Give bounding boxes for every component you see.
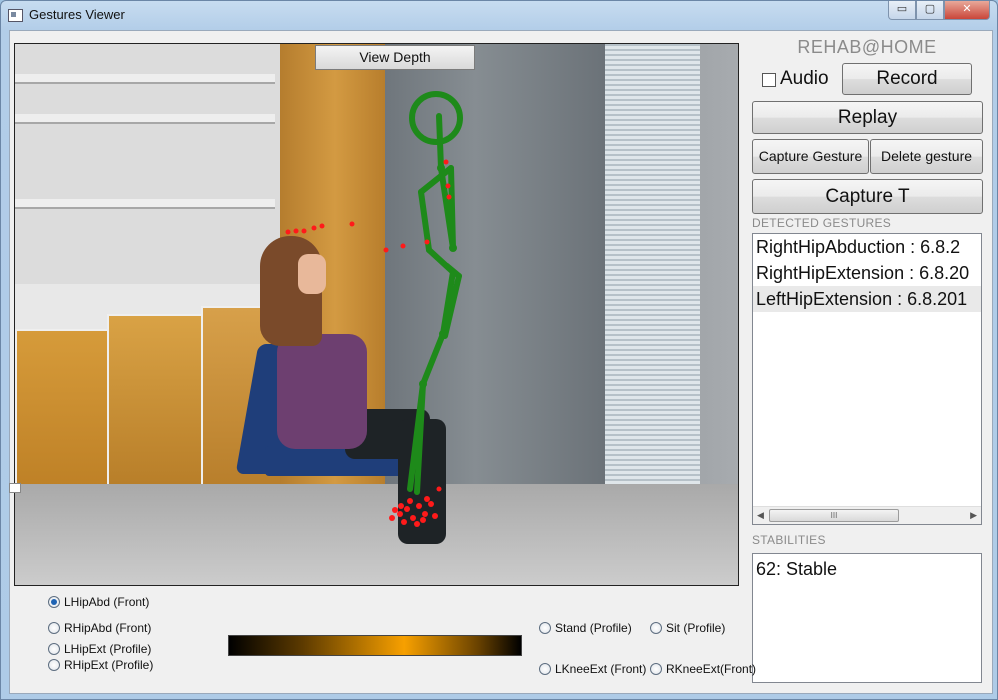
capture-t-button[interactable]: Capture T bbox=[752, 179, 983, 214]
splitter-handle[interactable] bbox=[9, 483, 21, 493]
radio-dot[interactable] bbox=[48, 596, 60, 608]
scroll-right-icon[interactable]: ▶ bbox=[970, 510, 977, 521]
tracking-point bbox=[404, 506, 410, 512]
tracking-point bbox=[445, 183, 451, 189]
radio-label: RHipExt (Profile) bbox=[64, 658, 154, 672]
radio-rhipabd-front[interactable]: RHipAbd (Front) bbox=[48, 621, 151, 635]
radio-dot[interactable] bbox=[650, 622, 662, 634]
skeleton-joint bbox=[437, 164, 445, 172]
tracking-point bbox=[432, 513, 438, 519]
capture-gesture-button[interactable]: Capture Gesture bbox=[752, 139, 869, 174]
skeleton-overlay bbox=[285, 91, 463, 527]
close-button[interactable]: ✕ bbox=[944, 1, 990, 20]
stabilities-title: STABILITIES bbox=[752, 533, 826, 547]
tracking-point bbox=[436, 486, 442, 492]
skeleton-right-lower bbox=[414, 381, 426, 495]
delete-gesture-button[interactable]: Delete gesture bbox=[870, 139, 983, 174]
radio-dot[interactable] bbox=[650, 663, 662, 675]
radio-sit-profile[interactable]: Sit (Profile) bbox=[650, 621, 725, 635]
tracking-point bbox=[400, 243, 406, 249]
tracking-point bbox=[392, 507, 398, 513]
tracking-point bbox=[422, 511, 428, 517]
view-depth-button[interactable]: View Depth bbox=[315, 45, 475, 70]
tracking-point bbox=[428, 501, 434, 507]
skeleton-neck bbox=[436, 113, 444, 171]
scrollbar-thumb[interactable]: III bbox=[769, 509, 899, 522]
skeleton-joint bbox=[449, 244, 457, 252]
record-button[interactable]: Record bbox=[842, 63, 972, 95]
radio-label: Sit (Profile) bbox=[666, 621, 726, 635]
radio-label: RKneeExt(Front) bbox=[666, 662, 757, 676]
tracking-point bbox=[319, 223, 325, 229]
radio-lhipabd-front[interactable]: LHipAbd (Front) bbox=[48, 595, 149, 609]
radio-dot[interactable] bbox=[539, 622, 551, 634]
tracking-point bbox=[293, 228, 299, 234]
window-controls: ▭ ▢ ✕ bbox=[888, 1, 990, 20]
skeleton-right-arm bbox=[448, 165, 456, 251]
list-item[interactable]: RightHipExtension : 6.8.20 bbox=[753, 260, 981, 286]
tracking-point bbox=[301, 228, 307, 234]
client-area: View Depth REHAB@HOME Audio Record Repla… bbox=[9, 30, 993, 694]
radio-dot[interactable] bbox=[539, 663, 551, 675]
tracking-point bbox=[389, 515, 395, 521]
tracking-point bbox=[401, 519, 407, 525]
tracking-point bbox=[410, 515, 416, 521]
list-item[interactable]: RightHipAbduction : 6.8.2 bbox=[753, 234, 981, 260]
tracking-point bbox=[383, 247, 389, 253]
maximize-button[interactable]: ▢ bbox=[916, 1, 944, 20]
app-window: Gestures Viewer ▭ ▢ ✕ View Depth REHAB@H… bbox=[0, 0, 998, 700]
radio-rhipext-profile[interactable]: RHipExt (Profile) bbox=[48, 658, 153, 672]
tracking-point bbox=[446, 194, 452, 200]
radio-label: RHipAbd (Front) bbox=[64, 621, 152, 635]
radio-rkneeext-front[interactable]: RKneeExt(Front) bbox=[650, 662, 756, 676]
tracking-point bbox=[424, 239, 430, 245]
tracking-point bbox=[424, 496, 430, 502]
skeleton-left-shin bbox=[420, 331, 446, 387]
app-icon bbox=[8, 9, 23, 22]
title-bar[interactable]: Gestures Viewer ▭ ▢ ✕ bbox=[1, 1, 997, 29]
tracking-point bbox=[420, 517, 426, 523]
tracking-point bbox=[443, 159, 449, 165]
tracking-point bbox=[311, 225, 317, 231]
skeleton-joint bbox=[439, 330, 447, 338]
tracking-point bbox=[414, 521, 420, 527]
radio-label: LHipAbd (Front) bbox=[64, 595, 150, 609]
radio-dot[interactable] bbox=[48, 659, 60, 671]
list-item[interactable]: LeftHipExtension : 6.8.201 bbox=[753, 286, 981, 312]
radio-stand-profile[interactable]: Stand (Profile) bbox=[539, 621, 632, 635]
tracking-point bbox=[349, 221, 355, 227]
tracking-point bbox=[407, 498, 413, 504]
replay-button[interactable]: Replay bbox=[752, 101, 983, 134]
minimize-button[interactable]: ▭ bbox=[888, 1, 916, 20]
radio-lhipext-profile[interactable]: LHipExt (Profile) bbox=[48, 642, 151, 656]
radio-dot[interactable] bbox=[48, 622, 60, 634]
audio-label: Audio bbox=[780, 68, 829, 89]
radio-dot[interactable] bbox=[48, 643, 60, 655]
skeleton-joint bbox=[419, 380, 427, 388]
tracking-point bbox=[398, 503, 404, 509]
scroll-left-icon[interactable]: ◀ bbox=[757, 510, 764, 521]
horizontal-scrollbar[interactable]: ◀ III ▶ bbox=[753, 506, 981, 524]
stabilities-list: 62: Stable bbox=[752, 553, 982, 683]
tracking-point bbox=[397, 511, 403, 517]
detected-gestures-title: DETECTED GESTURES bbox=[752, 216, 892, 230]
radio-label: LKneeExt (Front) bbox=[555, 662, 647, 676]
depth-gradient-bar bbox=[228, 635, 522, 656]
video-feed: View Depth bbox=[14, 43, 739, 586]
tracking-point bbox=[285, 229, 291, 235]
skeleton-head bbox=[409, 91, 463, 145]
detected-gestures-list[interactable]: RightHipAbduction : 6.8.2 RightHipExtens… bbox=[752, 233, 982, 525]
audio-checkbox[interactable] bbox=[762, 73, 776, 87]
radio-label: Stand (Profile) bbox=[555, 621, 632, 635]
brand-title: REHAB@HOME bbox=[797, 37, 937, 57]
window-title: Gestures Viewer bbox=[29, 7, 125, 22]
radio-label: LHipExt (Profile) bbox=[64, 642, 152, 656]
radio-lkneeext-front[interactable]: LKneeExt (Front) bbox=[539, 662, 646, 676]
stability-item: 62: Stable bbox=[756, 559, 838, 579]
tracking-point bbox=[416, 503, 422, 509]
